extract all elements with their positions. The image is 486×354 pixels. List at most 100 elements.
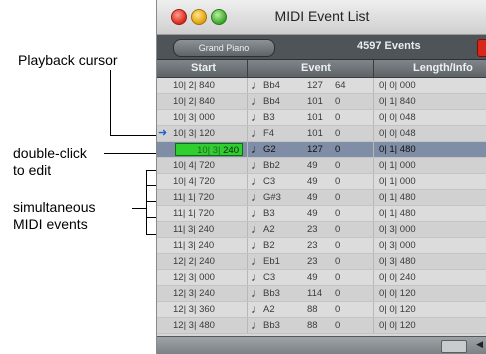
title-bar[interactable]: MIDI Event List: [157, 0, 486, 35]
start-time-cell[interactable]: 11| 3| 240: [173, 238, 214, 253]
event-column-header[interactable]: Event: [301, 62, 331, 74]
table-row[interactable]: 12| 3| 000 ♩ C3 49 0 0| 0| 240: [157, 270, 486, 286]
velocity-cell[interactable]: 88: [307, 302, 318, 317]
velocity-cell[interactable]: 49: [307, 158, 318, 173]
horizontal-scrollbar[interactable]: ◀: [157, 336, 486, 354]
start-edit-field[interactable]: 10| 3| 240: [175, 143, 243, 156]
note-name-cell[interactable]: Bb3: [263, 286, 280, 301]
start-time-cell[interactable]: 10| 4| 720: [173, 174, 215, 189]
length-cell[interactable]: 0| 0| 120: [379, 318, 416, 333]
length-column-header[interactable]: Length/Info: [413, 62, 473, 74]
note-name-cell[interactable]: B3: [263, 110, 275, 125]
start-time-cell[interactable]: 11| 1| 720: [173, 190, 214, 205]
start-time-cell[interactable]: 12| 3| 360: [173, 302, 215, 317]
off-velocity-cell[interactable]: 64: [335, 78, 346, 93]
table-row[interactable]: 10| 3| 240 ♩ G2 127 0 0| 1| 480: [157, 142, 486, 158]
note-name-cell[interactable]: A2: [263, 222, 275, 237]
off-velocity-cell[interactable]: 0: [335, 302, 340, 317]
length-cell[interactable]: 0| 1| 480: [379, 190, 416, 205]
note-name-cell[interactable]: C3: [263, 270, 275, 285]
off-velocity-cell[interactable]: 0: [335, 286, 340, 301]
start-time-cell[interactable]: 11| 1| 720: [173, 206, 214, 221]
velocity-cell[interactable]: 114: [307, 286, 322, 301]
length-cell[interactable]: 0| 1| 840: [379, 94, 416, 109]
start-time-cell[interactable]: 12| 2| 240: [173, 254, 215, 269]
length-cell[interactable]: 0| 3| 000: [379, 238, 416, 253]
velocity-cell[interactable]: 23: [307, 222, 318, 237]
off-velocity-cell[interactable]: 0: [335, 238, 340, 253]
table-row[interactable]: 10| 3| 120 ➜ ♩ F4 101 0 0| 0| 048: [157, 126, 486, 142]
off-velocity-cell[interactable]: 0: [335, 94, 340, 109]
length-cell[interactable]: 0| 1| 000: [379, 158, 416, 173]
table-row[interactable]: 12| 3| 480 ♩ Bb3 88 0 0| 0| 120: [157, 318, 486, 334]
table-row[interactable]: 11| 1| 720 ♩ G#3 49 0 0| 1| 480: [157, 190, 486, 206]
off-velocity-cell[interactable]: 0: [335, 174, 340, 189]
off-velocity-cell[interactable]: 0: [335, 142, 340, 157]
table-row[interactable]: 10| 3| 000 ♩ B3 101 0 0| 0| 048: [157, 110, 486, 126]
start-time-cell[interactable]: 12| 3| 480: [173, 318, 215, 333]
length-cell[interactable]: 0| 1| 480: [379, 142, 416, 157]
track-selector-button[interactable]: Grand Piano: [173, 39, 275, 57]
velocity-cell[interactable]: 101: [307, 126, 323, 141]
note-name-cell[interactable]: A2: [263, 302, 275, 317]
start-time-cell[interactable]: 12| 3| 000: [173, 270, 215, 285]
length-cell[interactable]: 0| 0| 120: [379, 302, 416, 317]
length-cell[interactable]: 0| 1| 000: [379, 174, 416, 189]
start-time-cell[interactable]: 10| 2| 840: [173, 78, 215, 93]
length-cell[interactable]: 0| 0| 240: [379, 270, 416, 285]
off-velocity-cell[interactable]: 0: [335, 318, 340, 333]
velocity-cell[interactable]: 101: [307, 94, 323, 109]
velocity-cell[interactable]: 127: [307, 78, 323, 93]
note-name-cell[interactable]: B3: [263, 206, 275, 221]
off-velocity-cell[interactable]: 0: [335, 158, 340, 173]
note-name-cell[interactable]: Bb4: [263, 94, 280, 109]
velocity-cell[interactable]: 49: [307, 206, 318, 221]
start-time-cell[interactable]: 10| 3| 120: [173, 126, 215, 141]
edit-value[interactable]: 240: [223, 145, 239, 156]
table-row[interactable]: 10| 4| 720 ♩ Bb2 49 0 0| 1| 000: [157, 158, 486, 174]
note-name-cell[interactable]: Bb3: [263, 318, 280, 333]
length-cell[interactable]: 0| 0| 000: [379, 78, 416, 93]
length-cell[interactable]: 0| 3| 480: [379, 254, 416, 269]
table-row[interactable]: 10| 2| 840 ♩ Bb4 127 64 0| 0| 000: [157, 78, 486, 94]
velocity-cell[interactable]: 88: [307, 318, 318, 333]
start-time-cell[interactable]: 11| 3| 240: [173, 222, 214, 237]
note-name-cell[interactable]: G#3: [263, 190, 281, 205]
length-cell[interactable]: 0| 0| 048: [379, 110, 416, 125]
start-time-cell[interactable]: 12| 3| 240: [173, 286, 215, 301]
velocity-cell[interactable]: 127: [307, 142, 323, 157]
start-time-cell[interactable]: 10| 3| 000: [173, 110, 215, 125]
length-cell[interactable]: 0| 3| 000: [379, 222, 416, 237]
off-velocity-cell[interactable]: 0: [335, 126, 340, 141]
table-row[interactable]: 12| 3| 360 ♩ A2 88 0 0| 0| 120: [157, 302, 486, 318]
note-name-cell[interactable]: Bb4: [263, 78, 280, 93]
scroll-thumb[interactable]: [441, 340, 467, 353]
table-row[interactable]: 10| 4| 720 ♩ C3 49 0 0| 1| 000: [157, 174, 486, 190]
length-cell[interactable]: 0| 0| 120: [379, 286, 416, 301]
start-column-header[interactable]: Start: [191, 62, 216, 74]
table-row[interactable]: 12| 3| 240 ♩ Bb3 114 0 0| 0| 120: [157, 286, 486, 302]
velocity-cell[interactable]: 23: [307, 254, 318, 269]
start-time-cell[interactable]: 10| 4| 720: [173, 158, 215, 173]
table-row[interactable]: 11| 1| 720 ♩ B3 49 0 0| 1| 480: [157, 206, 486, 222]
note-name-cell[interactable]: C3: [263, 174, 275, 189]
table-row[interactable]: 11| 3| 240 ♩ B2 23 0 0| 3| 000: [157, 238, 486, 254]
length-cell[interactable]: 0| 0| 048: [379, 126, 416, 141]
note-name-cell[interactable]: Bb2: [263, 158, 280, 173]
velocity-cell[interactable]: 101: [307, 110, 323, 125]
length-cell[interactable]: 0| 1| 480: [379, 206, 416, 221]
velocity-cell[interactable]: 23: [307, 238, 318, 253]
velocity-cell[interactable]: 49: [307, 190, 318, 205]
off-velocity-cell[interactable]: 0: [335, 190, 340, 205]
scroll-left-arrow-icon[interactable]: ◀: [476, 339, 483, 350]
velocity-cell[interactable]: 49: [307, 174, 318, 189]
note-name-cell[interactable]: Eb1: [263, 254, 280, 269]
velocity-cell[interactable]: 49: [307, 270, 318, 285]
table-row[interactable]: 11| 3| 240 ♩ A2 23 0 0| 3| 000: [157, 222, 486, 238]
note-name-cell[interactable]: G2: [263, 142, 276, 157]
off-velocity-cell[interactable]: 0: [335, 206, 340, 221]
off-velocity-cell[interactable]: 0: [335, 270, 340, 285]
record-icon[interactable]: [477, 39, 486, 57]
off-velocity-cell[interactable]: 0: [335, 222, 340, 237]
table-row[interactable]: 12| 2| 240 ♩ Eb1 23 0 0| 3| 480: [157, 254, 486, 270]
